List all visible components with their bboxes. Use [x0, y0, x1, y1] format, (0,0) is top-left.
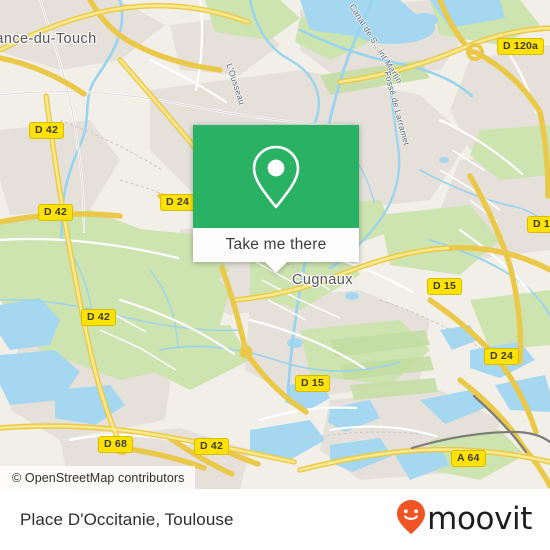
footer-bar: Place D'Occitanie, Toulouse moovit: [0, 489, 550, 550]
road-shield: D 24: [484, 348, 519, 365]
take-me-there-label: Take me there: [225, 236, 327, 253]
road-shield: D 68: [98, 436, 133, 453]
moovit-wordmark: moovit: [427, 501, 532, 537]
road-shield: A 64: [451, 450, 486, 467]
road-shield: D 42: [29, 122, 64, 139]
road-shield: D 42: [81, 309, 116, 326]
map-screen: Plaisance-du-Touch Cugnaux L'Ousseau Can…: [0, 0, 550, 550]
popup-tail-pointer: [265, 262, 287, 273]
popup-header: [193, 125, 359, 228]
road-shield: D 24: [160, 194, 195, 211]
map-pin-icon: [250, 144, 302, 210]
map-viewport[interactable]: Plaisance-du-Touch Cugnaux L'Ousseau Can…: [0, 0, 550, 489]
place-name-label: Place D'Occitanie, Toulouse: [20, 509, 234, 529]
osm-attribution[interactable]: © OpenStreetMap contributors: [0, 466, 195, 489]
destination-popup[interactable]: Take me there: [193, 125, 359, 273]
road-shield: D 15: [427, 278, 462, 295]
moovit-logo[interactable]: moovit: [396, 499, 532, 540]
road-shield: D 15: [527, 216, 550, 233]
road-shield: D 42: [38, 204, 73, 221]
road-shield: D 42: [194, 438, 229, 455]
moovit-smiley-pin-icon: [396, 499, 426, 540]
popup-body[interactable]: Take me there: [193, 228, 359, 262]
road-shield: D 15: [295, 375, 330, 392]
osm-attribution-text: © OpenStreetMap contributors: [12, 470, 185, 485]
road-shield: D 120a: [497, 38, 545, 55]
